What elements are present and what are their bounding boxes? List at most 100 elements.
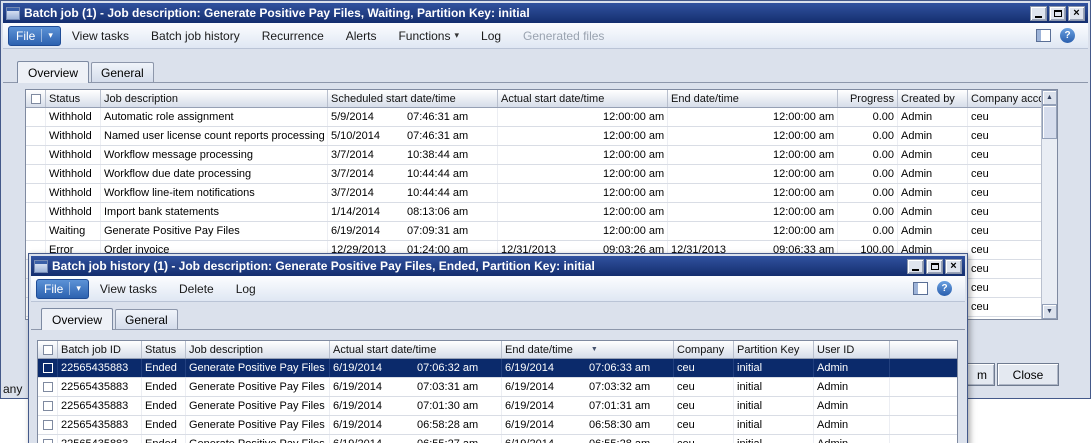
tab-overview[interactable]: Overview <box>17 61 89 83</box>
table-row[interactable]: 22565435883 Ended Generate Positive Pay … <box>38 378 957 397</box>
menu-log[interactable]: Log <box>470 25 512 47</box>
table-row[interactable]: Withhold Import bank statements 1/14/201… <box>26 203 1041 222</box>
scroll-thumb[interactable] <box>1042 105 1057 139</box>
tab-general[interactable]: General <box>115 309 178 329</box>
table-row[interactable]: Waiting Generate Positive Pay Files 6/19… <box>26 222 1041 241</box>
maximize-icon[interactable] <box>926 259 943 274</box>
column-header-end[interactable]: End date/time <box>668 90 838 107</box>
row-select-cell[interactable] <box>38 378 58 396</box>
actual-time: 12:00:00 am <box>603 225 664 237</box>
row-select-cell[interactable] <box>26 127 46 145</box>
select-all-checkbox[interactable] <box>31 94 41 104</box>
cell-partition-key: initial <box>734 359 814 377</box>
close-icon[interactable]: × <box>1068 6 1085 21</box>
cell-user-id: Admin <box>814 359 890 377</box>
menu-functions[interactable]: Functions▾ <box>387 25 470 47</box>
column-header-partition-key[interactable]: Partition Key <box>734 341 814 358</box>
cell-company: ceu <box>968 298 1041 316</box>
close-icon[interactable]: × <box>945 259 962 274</box>
row-select-cell[interactable] <box>26 165 46 183</box>
menu-log[interactable]: Log <box>225 278 267 300</box>
actual-time: 06:55:27 am <box>417 438 478 443</box>
column-header-job-description[interactable]: Job description <box>101 90 328 107</box>
chevron-down-icon: ▾ <box>76 283 81 294</box>
help-icon[interactable]: ? <box>937 281 952 296</box>
menu-alerts[interactable]: Alerts <box>335 25 388 47</box>
row-select-cell[interactable] <box>38 397 58 415</box>
row-checkbox[interactable] <box>43 401 53 411</box>
cell-filler <box>890 435 957 443</box>
cell-company: ceu <box>674 416 734 434</box>
table-row[interactable]: Withhold Workflow message processing 3/7… <box>26 146 1041 165</box>
column-header-created-by[interactable]: Created by <box>898 90 968 107</box>
menu-batch-job-history[interactable]: Batch job history <box>140 25 251 47</box>
table-row[interactable]: Withhold Workflow line-item notification… <box>26 184 1041 203</box>
table-row[interactable]: Withhold Automatic role assignment 5/9/2… <box>26 108 1041 127</box>
history-titlebar[interactable]: Batch job history (1) - Job description:… <box>31 256 965 276</box>
layout-panes-icon[interactable] <box>1036 29 1051 42</box>
menu-view-tasks[interactable]: View tasks <box>61 25 140 47</box>
vertical-scrollbar[interactable]: ▲ ▼ <box>1041 90 1057 319</box>
select-all-checkbox[interactable] <box>43 345 53 355</box>
table-row[interactable]: Withhold Named user license count report… <box>26 127 1041 146</box>
maximize-glyph <box>1054 10 1062 17</box>
row-select-cell[interactable] <box>26 146 46 164</box>
file-menu-button[interactable]: File ▾ <box>8 26 61 46</box>
minimize-icon[interactable] <box>907 259 924 274</box>
scroll-down-icon[interactable]: ▼ <box>1042 304 1057 319</box>
tab-overview[interactable]: Overview <box>41 308 113 330</box>
cell-company: ceu <box>968 184 1041 202</box>
column-header-actual-start[interactable]: Actual start date/time <box>498 90 668 107</box>
column-header-company[interactable]: Company accou <box>968 90 1041 107</box>
cell-filler <box>890 416 957 434</box>
row-select-cell[interactable] <box>26 203 46 221</box>
row-select-cell[interactable] <box>38 359 58 377</box>
row-select-cell[interactable] <box>26 222 46 240</box>
history-file-menu-button[interactable]: File ▾ <box>36 279 89 299</box>
column-header-batch-job-id[interactable]: Batch job ID <box>58 341 142 358</box>
row-checkbox[interactable] <box>43 382 53 392</box>
column-header-job-description[interactable]: Job description <box>186 341 330 358</box>
history-rows: 22565435883 Ended Generate Positive Pay … <box>38 359 957 443</box>
column-header-actual-start[interactable]: Actual start date/time <box>330 341 502 358</box>
scheduled-date: 3/7/2014 <box>331 187 407 199</box>
main-titlebar[interactable]: Batch job (1) - Job description: Generat… <box>3 3 1088 23</box>
column-header-status[interactable]: Status <box>142 341 186 358</box>
menu-delete[interactable]: Delete <box>168 278 225 300</box>
menu-recurrence[interactable]: Recurrence <box>251 25 335 47</box>
cell-actual-start: 12:00:00 am <box>498 184 668 202</box>
column-header-progress[interactable]: Progress <box>838 90 898 107</box>
scroll-up-icon[interactable]: ▲ <box>1042 90 1057 105</box>
table-row[interactable]: 22565435883 Ended Generate Positive Pay … <box>38 435 957 443</box>
cell-end: 6/19/201407:01:31 am <box>502 397 674 415</box>
maximize-icon[interactable] <box>1049 6 1066 21</box>
row-checkbox[interactable] <box>43 420 53 430</box>
menu-view-tasks[interactable]: View tasks <box>89 278 168 300</box>
column-header-user-id[interactable]: User ID <box>814 341 890 358</box>
column-header-company[interactable]: Company <box>674 341 734 358</box>
table-row[interactable]: 22565435883 Ended Generate Positive Pay … <box>38 416 957 435</box>
scheduled-date: 3/7/2014 <box>331 168 407 180</box>
tab-general[interactable]: General <box>91 62 154 82</box>
column-header-scheduled-start[interactable]: Scheduled start date/time <box>328 90 498 107</box>
close-button[interactable]: Close <box>997 363 1059 386</box>
table-row[interactable]: 22565435883 Ended Generate Positive Pay … <box>38 359 957 378</box>
layout-panes-icon[interactable] <box>913 282 928 295</box>
row-checkbox[interactable] <box>43 439 53 443</box>
row-select-cell[interactable] <box>26 108 46 126</box>
cell-scheduled-start: 6/19/201407:09:31 am <box>328 222 498 240</box>
row-select-cell[interactable] <box>38 416 58 434</box>
column-header-status[interactable]: Status <box>46 90 101 107</box>
cell-company: ceu <box>968 146 1041 164</box>
row-checkbox[interactable] <box>43 363 53 373</box>
menu-generated-files: Generated files <box>512 25 615 47</box>
table-row[interactable]: Withhold Workflow due date processing 3/… <box>26 165 1041 184</box>
cell-created-by: Admin <box>898 222 968 240</box>
table-row[interactable]: 22565435883 Ended Generate Positive Pay … <box>38 397 957 416</box>
row-select-cell[interactable] <box>26 184 46 202</box>
help-icon[interactable]: ? <box>1060 28 1075 43</box>
minimize-icon[interactable] <box>1030 6 1047 21</box>
column-header-end[interactable]: End date/time▼ <box>502 341 674 358</box>
row-select-cell[interactable] <box>38 435 58 443</box>
cell-job-description: Generate Positive Pay Files <box>186 435 330 443</box>
